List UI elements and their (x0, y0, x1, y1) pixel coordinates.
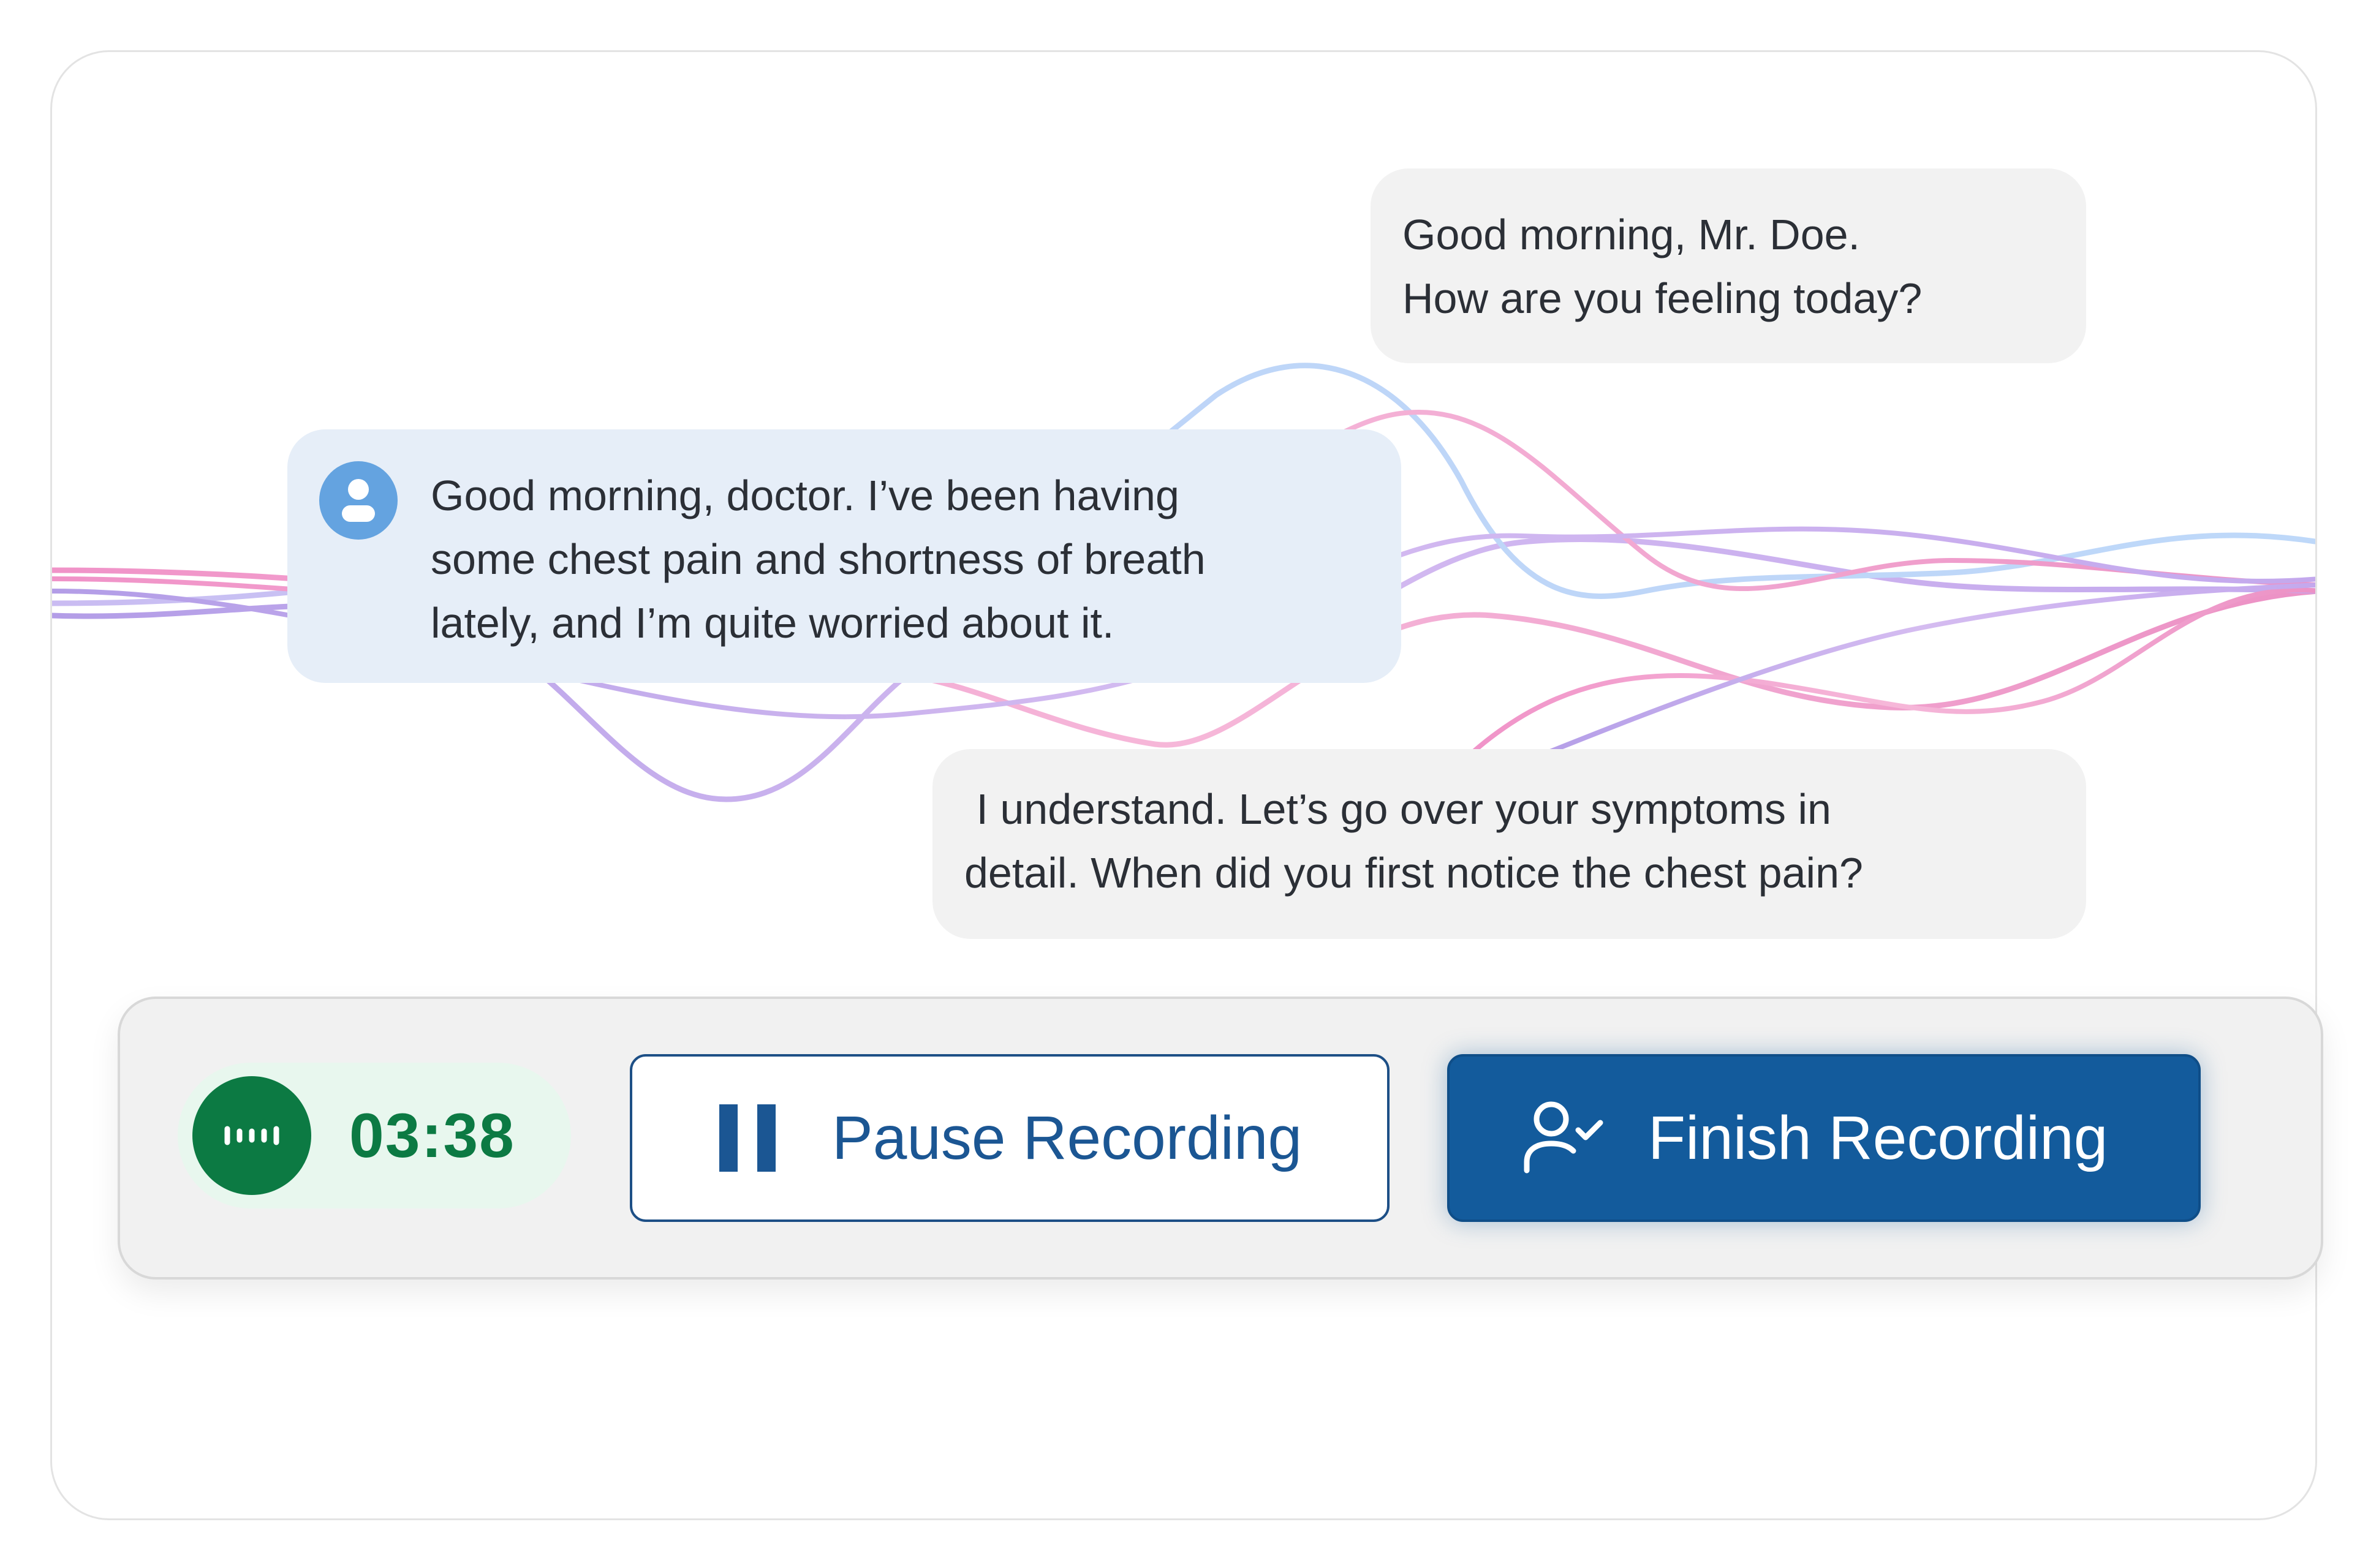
message-line: lately, and I’m quite worried about it. (431, 599, 1114, 647)
wave-line (1520, 582, 2315, 765)
user-check-icon (1524, 1101, 1603, 1174)
message-line: How are you feeling today? (1402, 274, 1923, 322)
message-line: I understand. Let’s go over your symptom… (964, 785, 1831, 833)
message-line: Good morning, doctor. I’ve been having (431, 472, 1179, 519)
user-icon (319, 461, 398, 540)
message-line: Good morning, Mr. Doe. (1402, 211, 1860, 258)
finish-recording-button[interactable]: Finish Recording (1447, 1054, 2201, 1222)
pause-recording-button[interactable]: Pause Recording (630, 1054, 1390, 1222)
doctor-message-bubble: I understand. Let’s go over your symptom… (932, 749, 2086, 939)
audio-wave-icon (192, 1076, 311, 1195)
transcription-card: Good morning, Mr. Doe. How are you feeli… (50, 50, 2317, 1520)
doctor-message-bubble: Good morning, Mr. Doe. How are you feeli… (1371, 168, 2086, 363)
finish-recording-label: Finish Recording (1648, 1104, 2108, 1172)
patient-message-bubble: Good morning, doctor. I’ve been having s… (287, 429, 1401, 683)
message-line: some chest pain and shortness of breath (431, 535, 1206, 583)
recording-timer: 03:38 (178, 1063, 571, 1208)
pause-recording-label: Pause Recording (832, 1104, 1303, 1172)
elapsed-time: 03:38 (349, 1101, 515, 1170)
message-line: detail. When did you first notice the ch… (964, 849, 1863, 897)
pause-icon (719, 1104, 776, 1172)
recording-toolbar: 03:38 Pause Recording Finish Recording (118, 997, 2323, 1280)
